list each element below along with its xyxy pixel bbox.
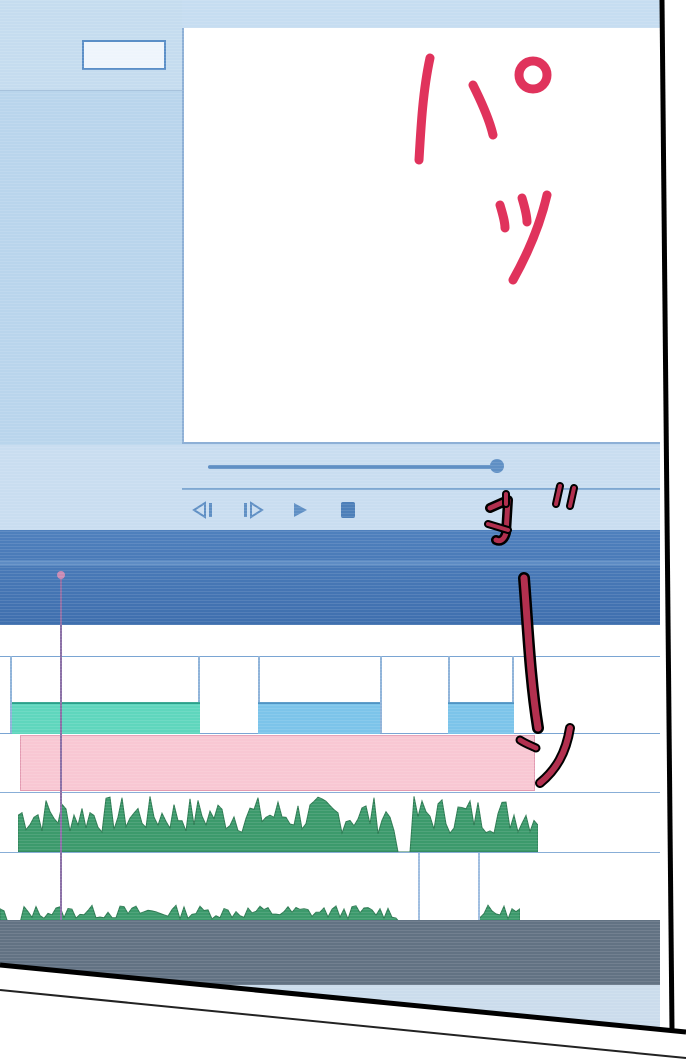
sound-effect-vuun [484, 482, 578, 788]
sound-effect-pa [414, 53, 552, 285]
